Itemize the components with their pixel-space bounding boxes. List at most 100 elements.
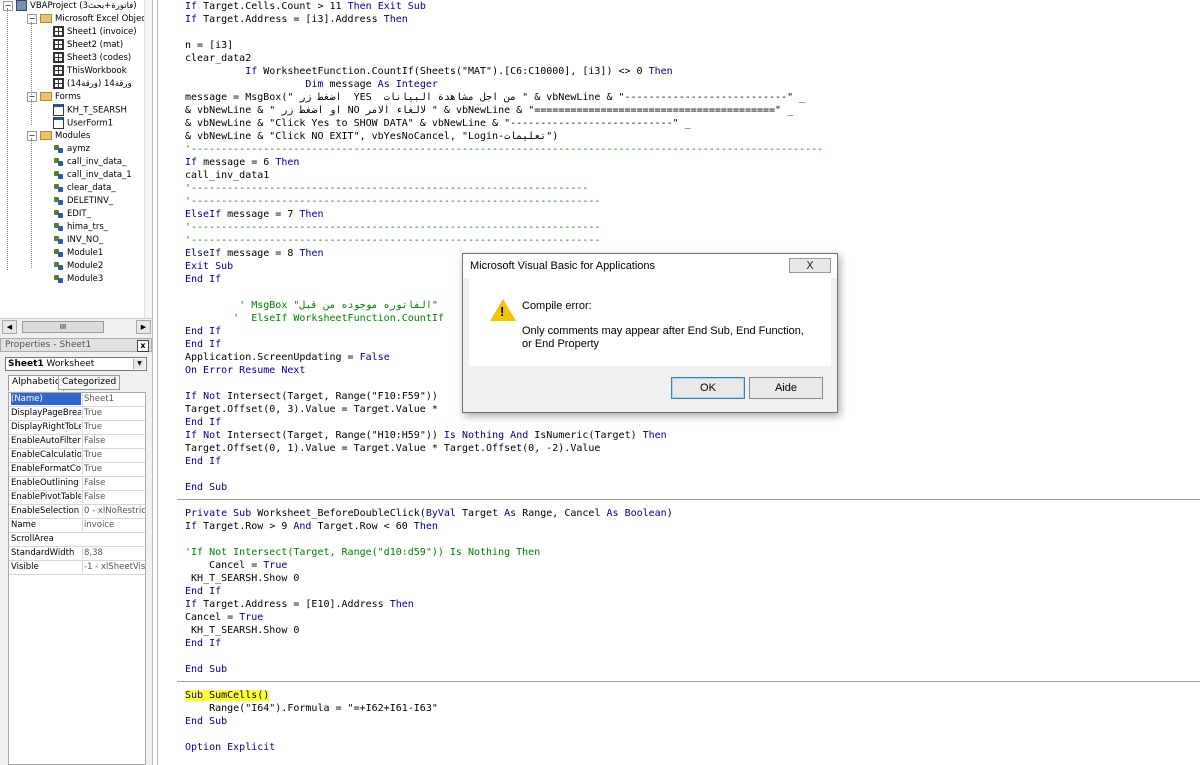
scroll-left-arrow-icon[interactable]: ◀	[2, 320, 17, 334]
tree-item-module[interactable]: call_inv_data_1	[53, 169, 132, 182]
property-row[interactable]: EnableFormatCon True	[9, 463, 145, 477]
code-line[interactable]: KH_T_SEARSH.Show 0	[185, 624, 299, 637]
code-line[interactable]: & vbNewLine & "Click NO EXIT", vbYesNoCa…	[185, 130, 558, 143]
tree-item-excel-object[interactable]: ThisWorkbook	[53, 65, 127, 78]
tab-categorized[interactable]: Categorized	[58, 375, 121, 390]
code-line[interactable]: If message = 6 Then	[185, 156, 299, 169]
tree-item-module[interactable]: DELETINV_	[53, 195, 113, 208]
properties-close-button[interactable]: x	[137, 340, 149, 352]
tree-item-form[interactable]: UserForm1	[53, 117, 113, 130]
code-line[interactable]: n = [i3]	[185, 39, 233, 52]
tree-item-module[interactable]: call_inv_data_	[53, 156, 126, 169]
property-row[interactable]: StandardWidth 8,38	[9, 547, 145, 561]
property-value[interactable]: False	[82, 435, 145, 447]
code-line[interactable]: Private Sub Worksheet_BeforeDoubleClick(…	[185, 507, 673, 520]
property-value[interactable]: -1 - xlSheetVisib	[82, 561, 145, 573]
code-line[interactable]: ElseIf message = 8 Then	[185, 247, 324, 260]
property-row[interactable]: EnableAutoFilter False	[9, 435, 145, 449]
property-value[interactable]: False	[82, 491, 145, 503]
property-row[interactable]: ScrollArea	[9, 533, 145, 547]
code-line[interactable]: ' ElseIf WorksheetFunction.CountIf	[185, 312, 444, 325]
code-line[interactable]: End If	[185, 273, 221, 286]
code-line[interactable]: clear_data2	[185, 52, 251, 65]
chevron-down-icon[interactable]: ▼	[133, 359, 145, 369]
property-row[interactable]: Name invoice	[9, 519, 145, 533]
property-value[interactable]: True	[82, 449, 145, 461]
tree-item-form[interactable]: KH_T_SEARSH	[53, 104, 127, 117]
tree-item-module[interactable]: clear_data_	[53, 182, 116, 195]
tree-item-module[interactable]: Module3	[53, 273, 103, 286]
code-line[interactable]: If Target.Address = [E10].Address Then	[185, 598, 414, 611]
code-line[interactable]: If Not Intersect(Target, Range("F10:F59"…	[185, 390, 438, 403]
tree-item-module[interactable]: Module1	[53, 247, 103, 260]
project-horizontal-scrollbar[interactable]: ◀ III ▶	[0, 318, 152, 334]
code-line[interactable]: If Target.Cells.Count > 11 Then Exit Sub	[185, 0, 426, 13]
code-line[interactable]: If WorksheetFunction.CountIf(Sheets("MAT…	[185, 65, 672, 78]
property-value[interactable]: 0 - xlNoRestrictio	[82, 505, 145, 517]
tree-item-module[interactable]: INV_NO_	[53, 234, 103, 247]
code-line[interactable]: 'If Not Intersect(Target, Range("d10:d59…	[185, 546, 540, 559]
property-row[interactable]: EnableOutlining False	[9, 477, 145, 491]
property-value[interactable]: True	[82, 421, 145, 433]
tree-item-module[interactable]: Module2	[53, 260, 103, 273]
property-row[interactable]: DisplayPageBreak True	[9, 407, 145, 421]
property-value[interactable]: Sheet1	[82, 393, 145, 405]
tree-folder-modules[interactable]: − Modules	[27, 130, 90, 143]
properties-object-select[interactable]: Sheet1 Worksheet ▼	[5, 357, 147, 371]
property-row[interactable]: DisplayRightToLef True	[9, 421, 145, 435]
code-line[interactable]: End Sub	[185, 715, 227, 728]
code-line[interactable]: End Sub	[185, 481, 227, 494]
property-value[interactable]: 8,38	[82, 547, 145, 559]
code-line[interactable]: ElseIf message = 7 Then	[185, 208, 324, 221]
code-line[interactable]: Target.Offset(0, 1).Value = Target.Value…	[185, 442, 600, 455]
code-line[interactable]: ' MsgBox "الفاتوره موجوده من قبل"	[185, 299, 438, 312]
code-line[interactable]: Dim message As Integer	[185, 78, 437, 91]
code-line[interactable]: '---------------------------------------…	[185, 182, 588, 195]
dialog-close-button[interactable]: X	[789, 258, 831, 273]
code-line[interactable]: Sub SumCells()	[185, 689, 270, 702]
aide-button[interactable]: Aide	[749, 377, 823, 399]
code-line[interactable]: Application.ScreenUpdating = False	[185, 351, 390, 364]
code-line[interactable]: End If	[185, 416, 221, 429]
code-line[interactable]: call_inv_data1	[185, 169, 269, 182]
code-line[interactable]: End Sub	[185, 663, 227, 676]
collapse-icon[interactable]: −	[27, 91, 37, 102]
code-line[interactable]: Range("I64").Formula = "=+I62+I61-I63"	[185, 702, 438, 715]
tree-item-excel-object[interactable]: Sheet2 (mat)	[53, 39, 123, 52]
tree-folder-forms[interactable]: − Forms	[27, 91, 81, 104]
code-line[interactable]: & vbNewLine & " او اضغط زر NO لالغاء الا…	[185, 104, 793, 117]
code-line[interactable]: & vbNewLine & "Click Yes to SHOW DATA" &…	[185, 117, 691, 130]
tree-item-excel-object[interactable]: Sheet1 (invoice)	[53, 26, 137, 39]
code-line[interactable]: If Target.Address = [i3].Address Then	[185, 13, 408, 26]
code-line[interactable]: On Error Resume Next	[185, 364, 305, 377]
property-row[interactable]: Visible -1 - xlSheetVisib	[9, 561, 145, 575]
code-line[interactable]: If Not Intersect(Target, Range("H10:H59"…	[185, 429, 667, 442]
code-line[interactable]: '---------------------------------------…	[185, 143, 823, 156]
tree-root-project[interactable]: − VBAProject (فاتورة+بحث3)	[3, 0, 137, 13]
tree-item-excel-object[interactable]: ورقة14 (ورقة14)	[53, 78, 132, 91]
tree-item-module[interactable]: aymz	[53, 143, 90, 156]
tree-item-module[interactable]: hima_trs_	[53, 221, 108, 234]
tree-item-module[interactable]: EDIT_	[53, 208, 91, 221]
code-line[interactable]: End If	[185, 585, 221, 598]
property-row[interactable]: EnableSelection0 - xlNoRestrictio	[9, 505, 145, 519]
code-line[interactable]: End If	[185, 637, 221, 650]
code-line[interactable]: '---------------------------------------…	[185, 195, 600, 208]
code-line[interactable]: Exit Sub	[185, 260, 233, 273]
property-value[interactable]: True	[82, 407, 145, 419]
code-line[interactable]: End If	[185, 338, 221, 351]
collapse-icon[interactable]: −	[27, 13, 37, 24]
code-line[interactable]: Cancel = True	[185, 611, 263, 624]
tree-item-excel-object[interactable]: Sheet3 (codes)	[53, 52, 131, 65]
property-row[interactable]: EnableCalculation True	[9, 449, 145, 463]
code-line[interactable]: message = MsgBox(" اضغط زر YES من اجل مش…	[185, 91, 805, 104]
scroll-thumb[interactable]: III	[22, 321, 104, 333]
tree-folder-excel-objects[interactable]: − Microsoft Excel Objects	[27, 13, 152, 26]
tab-alphabetic[interactable]: Alphabetic	[8, 375, 64, 391]
code-line[interactable]: '---------------------------------------…	[185, 234, 600, 247]
property-row[interactable]: EnablePivotTable False	[9, 491, 145, 505]
scroll-right-arrow-icon[interactable]: ▶	[136, 320, 151, 334]
property-value[interactable]: False	[82, 477, 145, 489]
code-line[interactable]: End If	[185, 455, 221, 468]
collapse-icon[interactable]: −	[27, 130, 37, 141]
